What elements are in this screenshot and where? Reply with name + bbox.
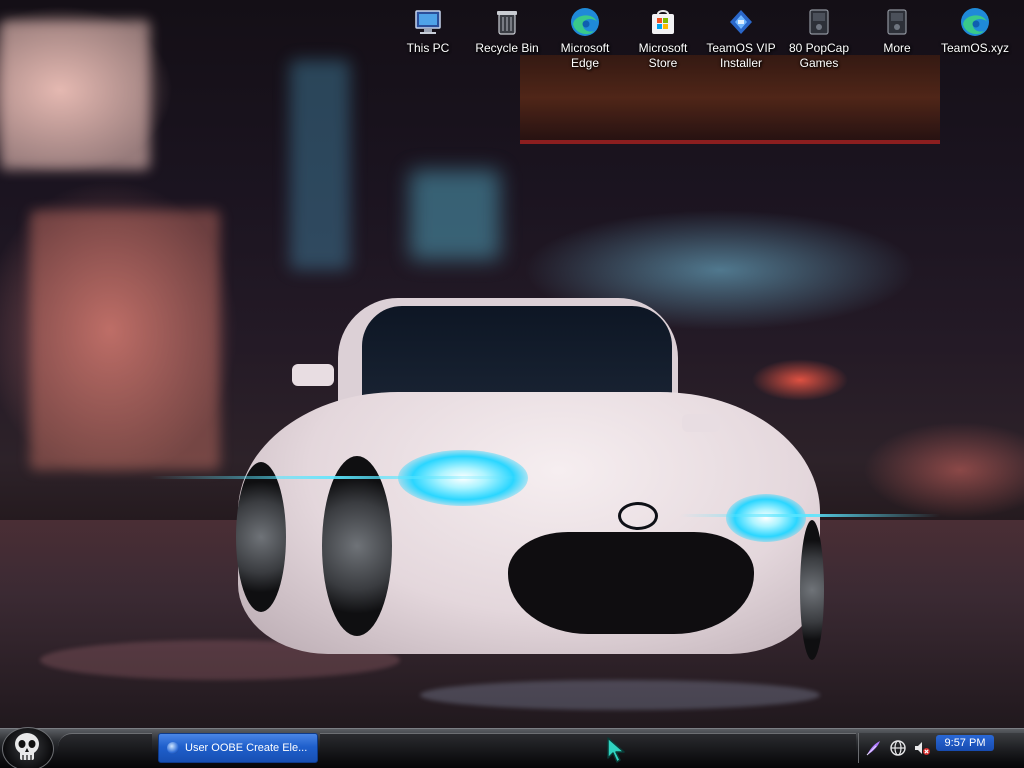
desktop-background: This PC Recycle Bin Microsoft Edge Micro… bbox=[0, 0, 1024, 768]
taskbar-window-label: User OOBE Create Ele... bbox=[185, 742, 308, 754]
desktop-icon-this-pc[interactable]: This PC bbox=[389, 4, 467, 56]
volume-muted-icon[interactable] bbox=[913, 739, 931, 757]
feather-icon[interactable] bbox=[864, 739, 882, 757]
car-headlight bbox=[726, 494, 806, 542]
window-app-icon bbox=[167, 742, 179, 754]
background-storefront bbox=[30, 210, 220, 470]
desktop-icon-grid: This PC Recycle Bin Microsoft Edge Micro… bbox=[0, 0, 1024, 80]
desktop-icon-label: Microsoft Store bbox=[638, 41, 688, 70]
desktop-icon-recycle-bin[interactable]: Recycle Bin bbox=[468, 4, 546, 56]
desktop-icon-teamos-xyz[interactable]: TeamOS.xyz bbox=[936, 4, 1014, 56]
taskbar-window-button[interactable]: User OOBE Create Ele... bbox=[158, 733, 318, 763]
edge-icon bbox=[961, 8, 989, 36]
car-wheel bbox=[800, 520, 824, 660]
desktop-icon-80-popcap-games[interactable]: 80 PopCap Games bbox=[780, 4, 858, 71]
car-wheel bbox=[322, 456, 392, 636]
car-wheel bbox=[236, 462, 286, 612]
desktop-icon-more[interactable]: More bbox=[858, 4, 936, 56]
desktop-icon-label: This PC bbox=[406, 41, 450, 55]
network-globe-icon[interactable] bbox=[889, 739, 907, 757]
taskbar-clock[interactable]: 9:57 PM bbox=[936, 735, 994, 751]
popcap-icon bbox=[809, 9, 829, 35]
light-streak bbox=[150, 476, 530, 479]
desktop-icon-label: Microsoft Edge bbox=[560, 41, 610, 70]
skull-icon bbox=[15, 733, 39, 760]
background-window bbox=[410, 170, 500, 260]
desktop-icon-label: TeamOS VIP Installer bbox=[706, 41, 776, 70]
background-pillar bbox=[290, 60, 350, 270]
desktop-icon-label: 80 PopCap Games bbox=[788, 41, 850, 70]
mouse-cursor-icon bbox=[607, 737, 625, 763]
car-mirror bbox=[682, 414, 720, 432]
this-pc-icon bbox=[415, 10, 441, 34]
installer-icon bbox=[730, 10, 752, 34]
recycle-bin-icon bbox=[497, 11, 517, 35]
desktop-icon-teamos-vip-installer[interactable]: TeamOS VIP Installer bbox=[702, 4, 780, 71]
store-icon bbox=[652, 10, 674, 34]
edge-icon bbox=[571, 8, 599, 36]
desktop-icon-microsoft-edge[interactable]: Microsoft Edge bbox=[546, 4, 624, 71]
desktop-icon-label: Recycle Bin bbox=[475, 41, 539, 55]
desktop-icon-label: More bbox=[883, 41, 911, 55]
light-streak bbox=[680, 514, 940, 517]
car-mirror bbox=[292, 364, 334, 386]
road-reflection bbox=[420, 680, 820, 710]
desktop-icon-label: TeamOS.xyz bbox=[940, 41, 1009, 55]
more-icon bbox=[887, 9, 907, 35]
car-grille bbox=[508, 532, 754, 634]
taskbar-quicklaunch-area bbox=[58, 733, 152, 762]
taskbar-empty-area[interactable] bbox=[320, 733, 856, 762]
car-logo bbox=[618, 502, 658, 530]
desktop-icon-microsoft-store[interactable]: Microsoft Store bbox=[624, 4, 702, 71]
